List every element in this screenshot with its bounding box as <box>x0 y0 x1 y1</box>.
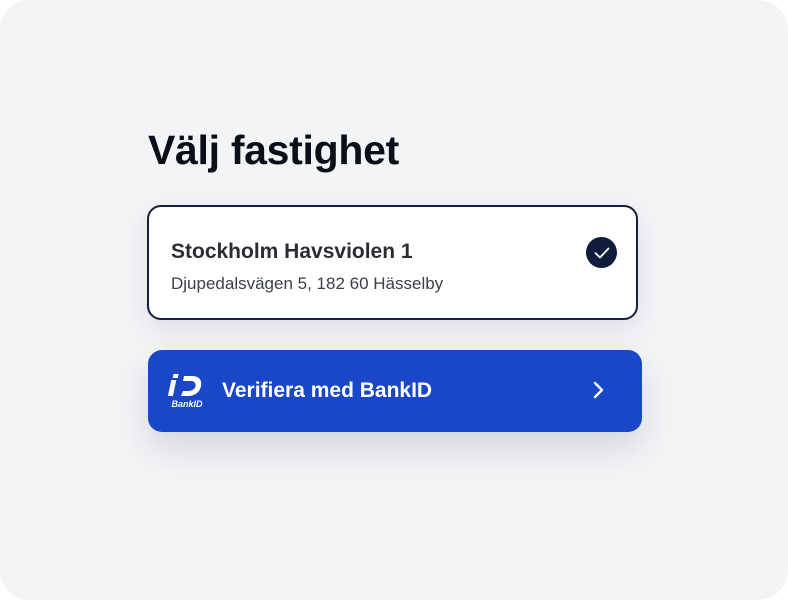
property-name: Stockholm Havsviolen 1 <box>171 240 413 263</box>
bankid-logo-text: BankID <box>171 399 203 409</box>
bankid-button-label: Verifiera med BankID <box>222 379 433 402</box>
verify-bankid-button[interactable]: BankID Verifiera med BankID <box>148 350 642 432</box>
bankid-logo-icon: BankID <box>168 372 206 410</box>
check-circle-icon <box>586 237 617 268</box>
property-address: Djupedalsvägen 5, 182 60 Hässelby <box>171 274 444 293</box>
chevron-right-icon <box>592 379 606 401</box>
property-option-card[interactable]: Stockholm Havsviolen 1 Djupedalsvägen 5,… <box>147 205 638 320</box>
page-title: Välj fastighet <box>148 127 399 173</box>
app-frame: Välj fastighet Stockholm Havsviolen 1 Dj… <box>0 0 788 600</box>
